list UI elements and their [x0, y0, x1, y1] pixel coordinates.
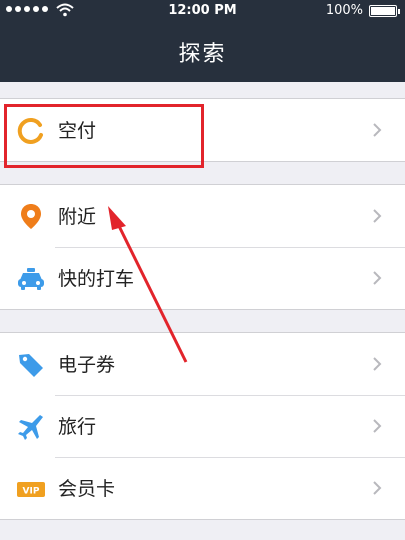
taxi-icon [18, 268, 44, 290]
page-title: 探索 [178, 42, 227, 67]
vip-card-icon: VIP [17, 482, 45, 497]
menu-item-label: 附近 [58, 206, 97, 228]
menu-item-nearby[interactable]: 附近 [0, 185, 405, 247]
menu-item-travel[interactable]: 旅行 [0, 395, 405, 457]
menu-item-label: 旅行 [58, 416, 97, 438]
airplane-icon [18, 415, 43, 440]
annotation-highlight-box [4, 104, 204, 168]
menu-item-label: 电子券 [58, 354, 116, 376]
location-pin-icon [21, 204, 41, 229]
chevron-right-icon [373, 357, 382, 371]
coupon-tag-icon [19, 354, 43, 377]
chevron-right-icon [373, 419, 382, 433]
menu-item-label: 会员卡 [58, 478, 116, 500]
chevron-right-icon [373, 209, 382, 223]
navigation-bar: 探索 [0, 22, 405, 82]
chevron-right-icon [373, 123, 382, 137]
chevron-right-icon [373, 481, 382, 495]
menu-item-label: 快的打车 [58, 268, 135, 290]
menu-group-2: 附近 快的打车 [0, 184, 405, 310]
menu-group-3: 电子券 旅行 VIP 会员卡 [0, 332, 405, 520]
status-bar: 12:00 PM 100% [0, 0, 405, 22]
menu-item-kuaidi-taxi[interactable]: 快的打车 [0, 247, 405, 309]
chevron-right-icon [373, 271, 382, 285]
menu-item-membership-card[interactable]: VIP 会员卡 [0, 457, 405, 519]
svg-text:VIP: VIP [23, 487, 40, 497]
menu-item-coupon[interactable]: 电子券 [0, 333, 405, 395]
battery-percentage: 100% [325, 3, 363, 18]
battery-icon [369, 5, 400, 17]
